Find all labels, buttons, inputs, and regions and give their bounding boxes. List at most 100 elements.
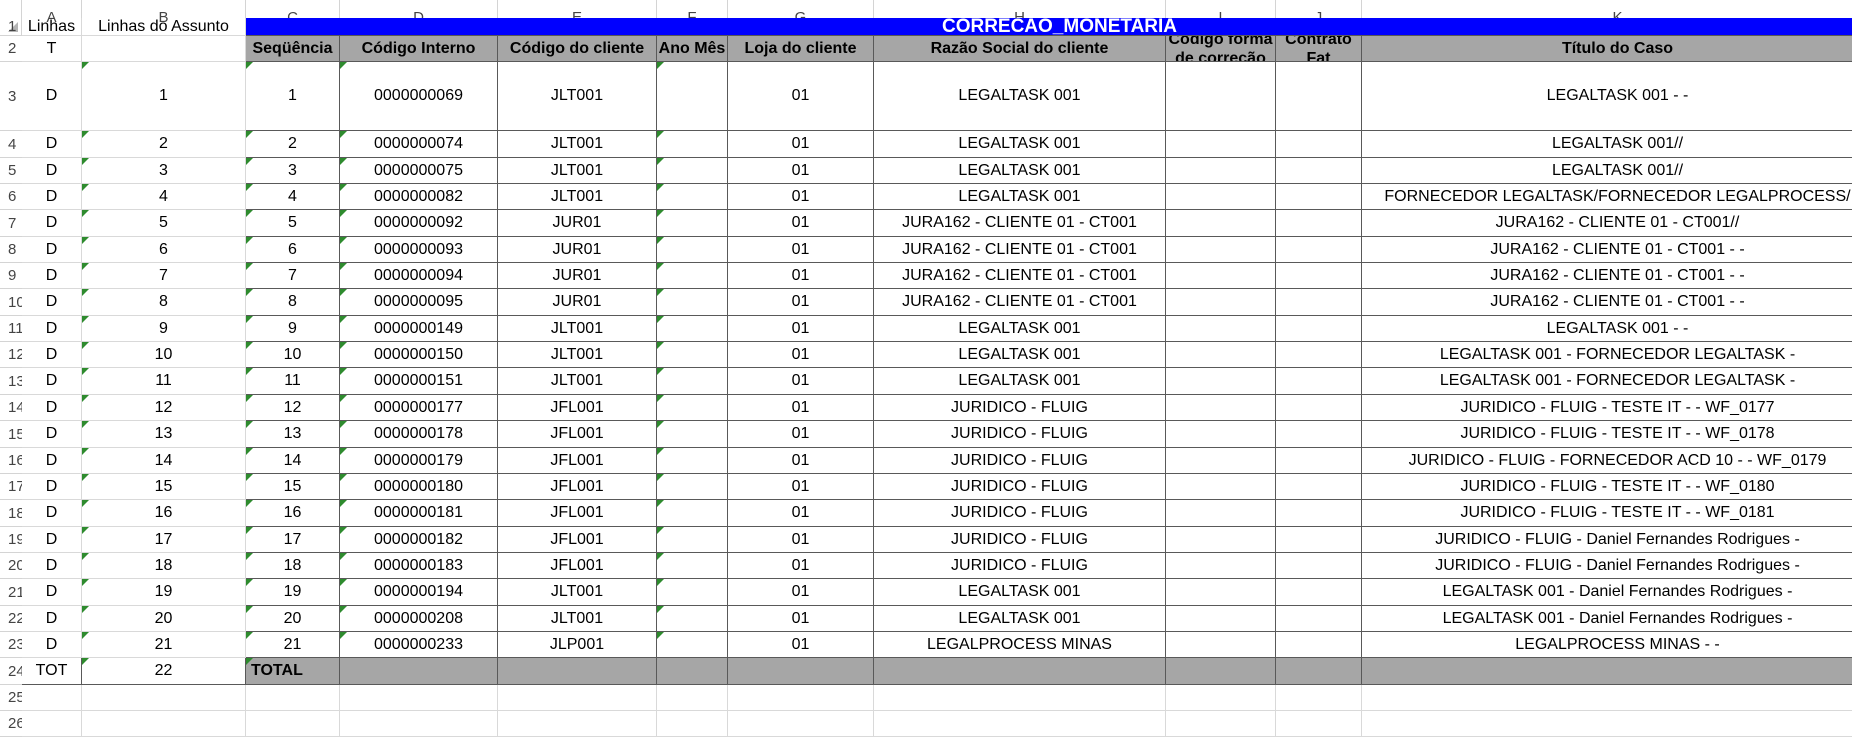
data-cell[interactable] bbox=[657, 632, 728, 658]
data-cell[interactable]: JLT001 bbox=[498, 131, 657, 158]
data-cell[interactable]: 21 bbox=[82, 632, 246, 658]
data-cell[interactable] bbox=[1276, 579, 1362, 606]
data-cell[interactable] bbox=[1166, 579, 1276, 606]
data-cell[interactable]: D bbox=[22, 632, 82, 658]
data-cell[interactable] bbox=[657, 62, 728, 131]
data-cell[interactable]: 11 bbox=[82, 368, 246, 395]
row-header-17[interactable]: 17 bbox=[0, 474, 22, 500]
total-row-cell[interactable] bbox=[1166, 658, 1276, 685]
data-cell[interactable] bbox=[657, 131, 728, 158]
data-cell[interactable]: 6 bbox=[246, 237, 340, 263]
data-cell[interactable] bbox=[1166, 131, 1276, 158]
data-cell[interactable]: 16 bbox=[246, 500, 340, 527]
row-header-20[interactable]: 20 bbox=[0, 553, 22, 579]
data-cell[interactable]: 16 bbox=[82, 500, 246, 527]
total-row-cell[interactable] bbox=[874, 658, 1166, 685]
data-cell[interactable]: 4 bbox=[246, 184, 340, 210]
data-cell[interactable] bbox=[657, 210, 728, 237]
data-cell[interactable]: JLT001 bbox=[498, 316, 657, 342]
data-cell[interactable]: 01 bbox=[728, 368, 874, 395]
data-cell[interactable] bbox=[1166, 184, 1276, 210]
data-cell[interactable]: JFL001 bbox=[498, 553, 657, 579]
row-header-13[interactable]: 13 bbox=[0, 368, 22, 395]
data-cell[interactable]: D bbox=[22, 474, 82, 500]
data-cell[interactable]: 0000000194 bbox=[340, 579, 498, 606]
row-header-25[interactable]: 25 bbox=[0, 685, 22, 711]
row-header-8[interactable]: 8 bbox=[0, 237, 22, 263]
data-cell[interactable]: 10 bbox=[82, 342, 246, 368]
data-cell[interactable]: JURA162 - CLIENTE 01 - CT001 bbox=[874, 210, 1166, 237]
data-cell[interactable]: JFL001 bbox=[498, 448, 657, 474]
column-title-1[interactable]: Seqüência bbox=[246, 36, 340, 62]
data-cell[interactable]: JUR01 bbox=[498, 289, 657, 316]
row-header-5[interactable]: 5 bbox=[0, 158, 22, 184]
data-cell[interactable]: 12 bbox=[246, 395, 340, 421]
row-header-18[interactable]: 18 bbox=[0, 500, 22, 527]
data-cell[interactable]: 14 bbox=[246, 448, 340, 474]
data-cell[interactable]: 01 bbox=[728, 263, 874, 289]
data-cell[interactable]: 0000000180 bbox=[340, 474, 498, 500]
data-cell[interactable]: 01 bbox=[728, 448, 874, 474]
data-cell[interactable]: JURIDICO - FLUIG bbox=[874, 527, 1166, 553]
total-count-cell[interactable]: 22 bbox=[82, 658, 246, 685]
data-cell[interactable]: D bbox=[22, 237, 82, 263]
data-cell[interactable]: 01 bbox=[728, 606, 874, 632]
data-cell[interactable] bbox=[1166, 421, 1276, 448]
row-header-23[interactable]: 23 bbox=[0, 632, 22, 658]
grid-cell[interactable] bbox=[1362, 685, 1852, 711]
grid-cell[interactable] bbox=[1276, 711, 1362, 737]
data-cell[interactable]: D bbox=[22, 606, 82, 632]
data-cell[interactable]: 6 bbox=[82, 237, 246, 263]
data-cell[interactable] bbox=[1276, 368, 1362, 395]
data-cell[interactable] bbox=[1166, 158, 1276, 184]
data-cell[interactable]: 4 bbox=[82, 184, 246, 210]
data-cell[interactable]: 5 bbox=[246, 210, 340, 237]
data-cell[interactable] bbox=[1166, 500, 1276, 527]
data-cell[interactable]: JURA162 - CLIENTE 01 - CT001 bbox=[874, 263, 1166, 289]
data-cell[interactable]: JLT001 bbox=[498, 368, 657, 395]
data-cell[interactable]: 01 bbox=[728, 500, 874, 527]
row-header-6[interactable]: 6 bbox=[0, 184, 22, 210]
data-cell[interactable] bbox=[1166, 395, 1276, 421]
grid-cell[interactable] bbox=[498, 685, 657, 711]
data-cell[interactable] bbox=[1276, 632, 1362, 658]
total-row-cell[interactable] bbox=[728, 658, 874, 685]
data-cell[interactable] bbox=[657, 316, 728, 342]
data-cell[interactable]: JURA162 - CLIENTE 01 - CT001 - - bbox=[1362, 237, 1852, 263]
grid-cell[interactable] bbox=[340, 711, 498, 737]
data-cell[interactable] bbox=[1276, 62, 1362, 131]
data-cell[interactable]: 0000000075 bbox=[340, 158, 498, 184]
data-cell[interactable]: LEGALTASK 001 bbox=[874, 131, 1166, 158]
data-cell[interactable]: D bbox=[22, 316, 82, 342]
data-cell[interactable] bbox=[1166, 210, 1276, 237]
data-cell[interactable]: 18 bbox=[82, 553, 246, 579]
data-cell[interactable]: 20 bbox=[82, 606, 246, 632]
column-title-9[interactable]: Título do Caso bbox=[1362, 36, 1852, 62]
data-cell[interactable]: JUR01 bbox=[498, 263, 657, 289]
data-cell[interactable]: LEGALTASK 001 - Daniel Fernandes Rodrigu… bbox=[1362, 579, 1852, 606]
data-cell[interactable] bbox=[1276, 316, 1362, 342]
data-cell[interactable]: 0000000208 bbox=[340, 606, 498, 632]
total-label-cell[interactable]: TOT bbox=[22, 658, 82, 685]
data-cell[interactable]: JURIDICO - FLUIG bbox=[874, 474, 1166, 500]
data-cell[interactable]: D bbox=[22, 421, 82, 448]
spreadsheet-grid[interactable]: ABCDEFGHIJKL1234567891011121314151617181… bbox=[0, 0, 1852, 737]
data-cell[interactable] bbox=[1276, 289, 1362, 316]
data-cell[interactable]: JUR01 bbox=[498, 237, 657, 263]
grid-cell[interactable] bbox=[728, 685, 874, 711]
data-cell[interactable]: JFL001 bbox=[498, 500, 657, 527]
grid-cell[interactable] bbox=[82, 711, 246, 737]
grid-cell[interactable] bbox=[1276, 685, 1362, 711]
data-cell[interactable]: LEGALTASK 001 bbox=[874, 368, 1166, 395]
data-cell[interactable] bbox=[1166, 342, 1276, 368]
data-cell[interactable]: 01 bbox=[728, 237, 874, 263]
data-cell[interactable]: 01 bbox=[728, 289, 874, 316]
data-cell[interactable] bbox=[657, 342, 728, 368]
data-cell[interactable] bbox=[1166, 289, 1276, 316]
data-cell[interactable]: 13 bbox=[82, 421, 246, 448]
data-cell[interactable]: 1 bbox=[82, 62, 246, 131]
data-cell[interactable]: 15 bbox=[82, 474, 246, 500]
data-cell[interactable]: D bbox=[22, 527, 82, 553]
data-cell[interactable] bbox=[1276, 184, 1362, 210]
grid-cell[interactable] bbox=[1362, 711, 1852, 737]
